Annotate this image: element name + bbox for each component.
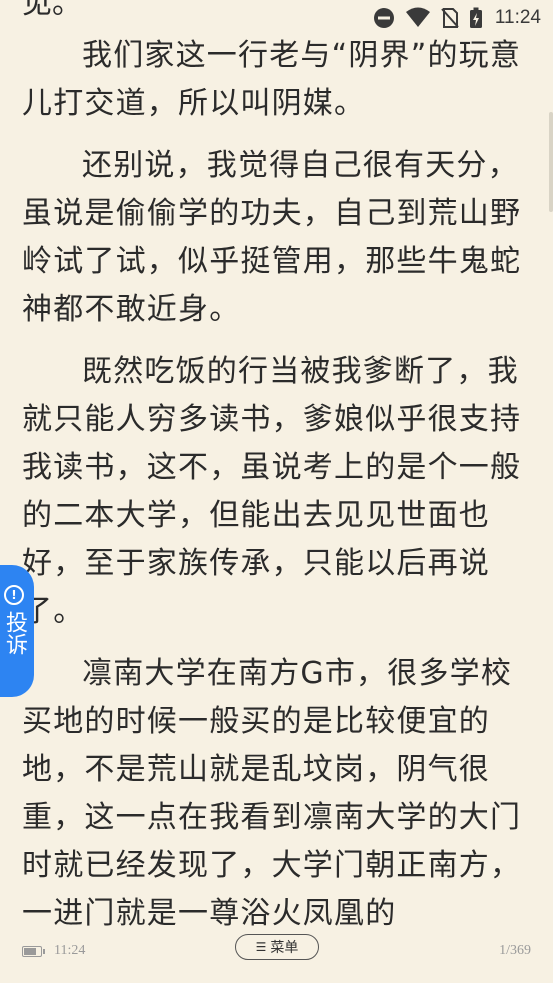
paragraph: 既然吃饭的行当被我爹断了，我就只能人穷多读书，爹娘似乎很支持我读书，这不，虽说考… [22, 354, 522, 629]
exclamation-circle-icon: ! [4, 585, 24, 605]
menu-label: 菜单 [270, 940, 299, 956]
battery-icon [22, 946, 45, 957]
footer-bar: 11:24 ☰ 菜单 1/369 [0, 927, 553, 983]
status-icons: 11:24 [373, 6, 541, 30]
menu-button[interactable]: ☰ 菜单 [235, 934, 319, 960]
footer-time: 11:24 [54, 943, 86, 958]
no-sim-icon [441, 7, 459, 29]
reading-content[interactable]: 我们家这一行老与“阴界”的玩意儿打交道，所以叫阴媒。 还别说，我觉得自己很有天分… [22, 32, 532, 952]
status-bar-cut-text: 见。 [22, 0, 82, 21]
list-icon: ☰ [255, 940, 267, 954]
paragraph: 凛南大学在南方G市，很多学校买地的时候一般买的是比较便宜的地，不是荒山就是乱坟岗… [22, 656, 522, 931]
scroll-thumb[interactable] [549, 112, 553, 212]
status-bar: 见。 11:24 [0, 0, 553, 36]
status-time: 11:24 [494, 7, 541, 28]
battery-charging-icon [469, 7, 483, 29]
do-not-disturb-icon [373, 7, 395, 29]
complaint-label: 投诉 [2, 611, 27, 655]
wifi-icon [405, 7, 431, 29]
page-indicator: 1/369 [499, 943, 531, 958]
paragraph: 我们家这一行老与“阴界”的玩意儿打交道，所以叫阴媒。 [22, 38, 522, 121]
complaint-button[interactable]: ! 投诉 [0, 565, 34, 697]
paragraph: 还别说，我觉得自己很有天分，虽说是偷偷学的功夫，自己到荒山野岭试了试，似乎挺管用… [22, 148, 522, 327]
